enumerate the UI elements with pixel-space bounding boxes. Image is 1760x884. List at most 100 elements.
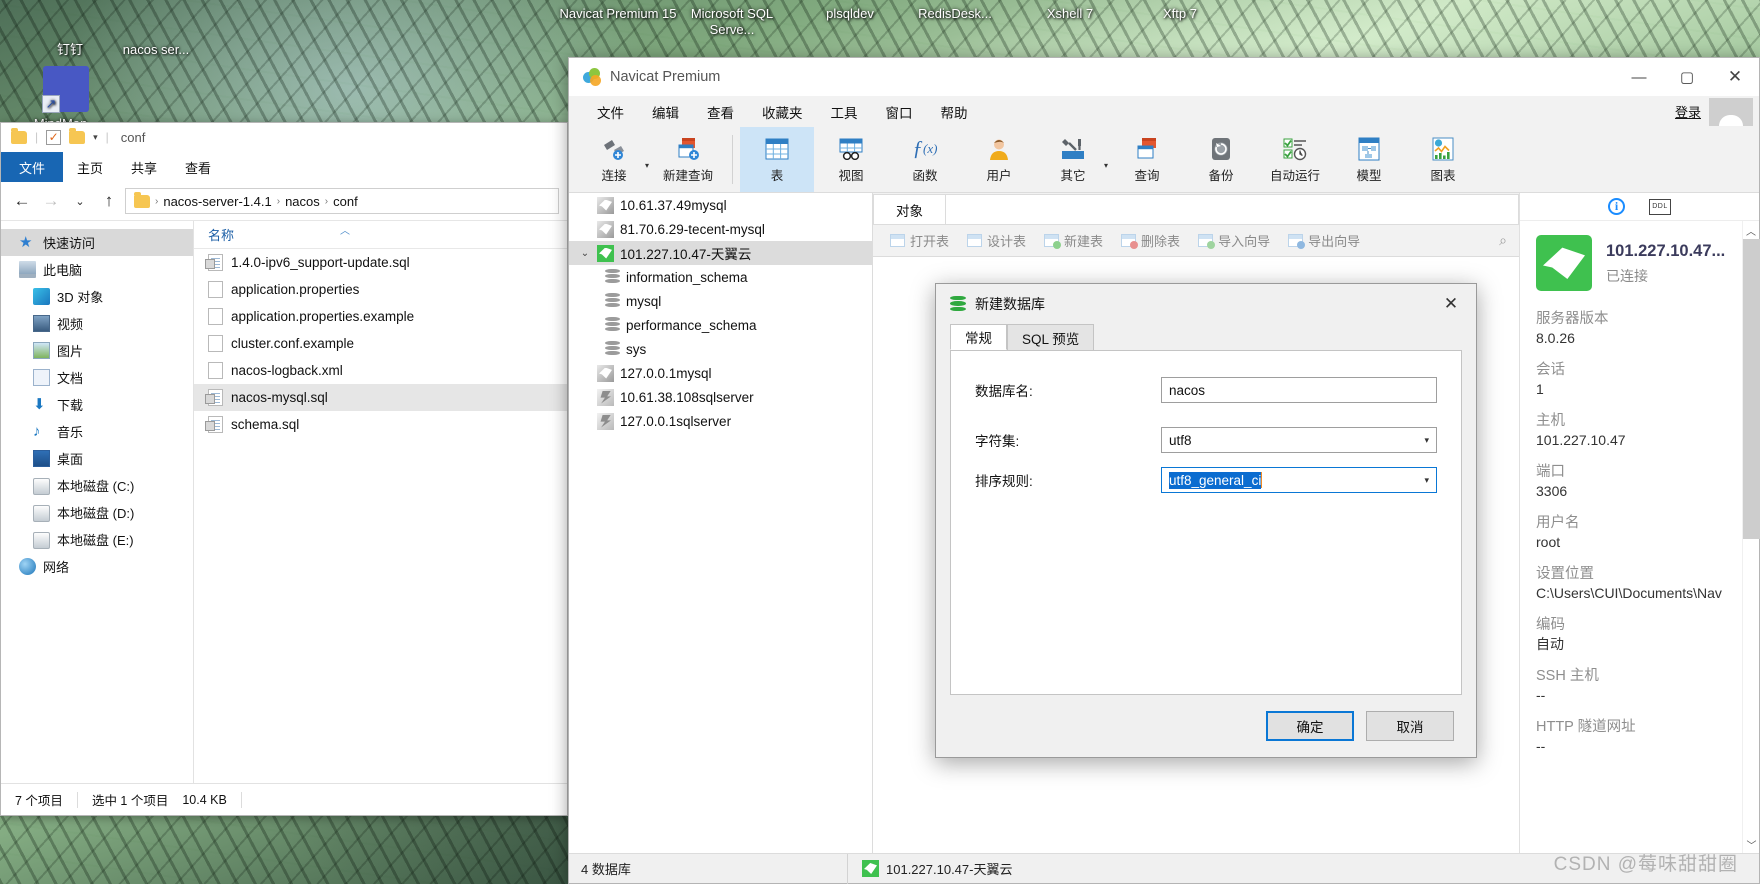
sidebar-item-music[interactable]: ♪ 音乐 <box>1 418 193 445</box>
menu-window[interactable]: 窗口 <box>872 96 927 127</box>
tree-item-connection-selected[interactable]: ⌄ 101.227.10.47-天翼云 <box>569 241 872 265</box>
forward-button[interactable]: → <box>38 188 64 214</box>
chevron-down-icon[interactable]: ▾ <box>1424 435 1429 446</box>
file-list-item-selected[interactable]: nacos-mysql.sql <box>194 384 567 411</box>
sidebar-item-drive-d[interactable]: 本地磁盘 (D:) <box>1 499 193 526</box>
menu-view[interactable]: 查看 <box>693 96 748 127</box>
design-table-button[interactable]: 设计表 <box>958 225 1035 257</box>
back-button[interactable]: ← <box>9 188 35 214</box>
close-button[interactable]: ✕ <box>1711 58 1759 96</box>
new-table-button[interactable]: 新建表 <box>1035 225 1112 257</box>
file-list-item[interactable]: schema.sql <box>194 411 567 438</box>
toolbar-new-query[interactable]: 新建查询 <box>651 127 725 192</box>
menu-tools[interactable]: 工具 <box>817 96 872 127</box>
window-label-plsqldev[interactable]: plsqldev <box>790 6 910 22</box>
export-wizard-button[interactable]: 导出向导 <box>1279 225 1369 257</box>
sidebar-item-network[interactable]: 网络 <box>1 553 193 580</box>
scroll-up-arrow-icon[interactable]: ︿ <box>1743 221 1759 239</box>
ribbon-tab-file[interactable]: 文件 <box>1 152 64 182</box>
window-label-xftp[interactable]: Xftp 7 <box>1120 6 1240 22</box>
tree-item-database[interactable]: sys <box>569 337 872 361</box>
chevron-down-icon[interactable]: ⌄ <box>579 248 591 259</box>
chevron-down-icon[interactable]: ▾ <box>1104 161 1108 170</box>
tree-item-database[interactable]: performance_schema <box>569 313 872 337</box>
file-list-item[interactable]: nacos-logback.xml <box>194 357 567 384</box>
sidebar-item-quick-access[interactable]: ★ 快速访问 <box>1 229 193 256</box>
open-table-button[interactable]: 打开表 <box>881 225 958 257</box>
toolbar-user[interactable]: 用户 <box>962 127 1036 192</box>
breadcrumb-item-2[interactable]: conf <box>333 194 358 209</box>
ddl-icon[interactable]: DDL <box>1649 198 1671 215</box>
sidebar-item-this-pc[interactable]: 此电脑 <box>1 256 193 283</box>
toolbar-chart[interactable]: 图表 <box>1406 127 1480 192</box>
chevron-down-icon[interactable]: ▾ <box>93 132 98 143</box>
ribbon-tab-view[interactable]: 查看 <box>171 152 225 182</box>
sidebar-item-drive-c[interactable]: 本地磁盘 (C:) <box>1 472 193 499</box>
menu-edit[interactable]: 编辑 <box>638 96 693 127</box>
ribbon-tab-home[interactable]: 主页 <box>63 152 117 182</box>
file-list-item[interactable]: cluster.conf.example <box>194 330 567 357</box>
toolbar-view[interactable]: 视图 <box>814 127 888 192</box>
tab-objects[interactable]: 对象 <box>873 194 946 224</box>
toolbar-backup[interactable]: 备份 <box>1184 127 1258 192</box>
file-list-item[interactable]: application.properties <box>194 276 567 303</box>
window-label-redisdesktop[interactable]: RedisDesk... <box>895 6 1015 22</box>
ok-button[interactable]: 确定 <box>1266 711 1354 741</box>
breadcrumb[interactable]: › nacos-server-1.4.1 › nacos › conf <box>125 188 559 214</box>
avatar[interactable] <box>1709 98 1753 126</box>
breadcrumb-item-1[interactable]: nacos <box>285 194 320 209</box>
chevron-down-icon[interactable]: ▾ <box>645 161 649 170</box>
minimize-button[interactable]: — <box>1615 58 1663 96</box>
sidebar-item-drive-e[interactable]: 本地磁盘 (E:) <box>1 526 193 553</box>
database-name-input[interactable]: nacos <box>1161 377 1437 403</box>
file-list-item[interactable]: 1.4.0-ipv6_support-update.sql <box>194 249 567 276</box>
chevron-down-icon[interactable]: ▾ <box>1424 475 1429 486</box>
maximize-button[interactable]: ▢ <box>1663 58 1711 96</box>
window-label-navicat[interactable]: Navicat Premium 15 <box>558 6 678 22</box>
sidebar-item-documents[interactable]: 文档 <box>1 364 193 391</box>
menu-file[interactable]: 文件 <box>583 96 638 127</box>
new-folder-icon[interactable] <box>69 127 86 144</box>
sidebar-item-desktop[interactable]: 桌面 <box>1 445 193 472</box>
toolbar-model[interactable]: 模型 <box>1332 127 1406 192</box>
tab-general[interactable]: 常规 <box>950 324 1007 350</box>
cancel-button[interactable]: 取消 <box>1366 711 1454 741</box>
charset-select[interactable]: utf8 ▾ <box>1161 427 1437 453</box>
login-link[interactable]: 登录 <box>1675 102 1701 121</box>
tree-item-connection[interactable]: 127.0.0.1sqlserver <box>569 409 872 433</box>
up-button[interactable]: ↑ <box>96 188 122 214</box>
checkbox-icon[interactable]: ✓ <box>46 129 62 145</box>
desktop-icon-nacos-server[interactable]: nacos ser... <box>108 8 204 57</box>
tree-item-connection[interactable]: 81.70.6.29-tecent-mysql <box>569 217 872 241</box>
scroll-down-arrow-icon[interactable]: ﹀ <box>1743 835 1760 853</box>
collation-select[interactable]: utf8_general_ci ▾ <box>1161 467 1437 493</box>
tab-sql-preview[interactable]: SQL 预览 <box>1007 324 1095 350</box>
tree-item-connection[interactable]: 10.61.37.49mysql <box>569 193 872 217</box>
toolbar-query[interactable]: 查询 <box>1110 127 1184 192</box>
delete-table-button[interactable]: 删除表 <box>1112 225 1189 257</box>
breadcrumb-item-0[interactable]: nacos-server-1.4.1 <box>163 194 271 209</box>
tree-item-connection[interactable]: 10.61.38.108sqlserver <box>569 385 872 409</box>
search-icon[interactable]: ⌕ <box>1499 232 1507 249</box>
toolbar-table[interactable]: 表 <box>740 127 814 192</box>
menu-help[interactable]: 帮助 <box>927 96 982 127</box>
sidebar-item-pictures[interactable]: 图片 <box>1 337 193 364</box>
ribbon-tab-share[interactable]: 共享 <box>117 152 171 182</box>
import-wizard-button[interactable]: 导入向导 <box>1189 225 1279 257</box>
recent-locations-button[interactable]: ⌄ <box>67 188 93 214</box>
tree-item-database[interactable]: information_schema <box>569 265 872 289</box>
close-icon[interactable]: ✕ <box>1436 289 1466 319</box>
toolbar-other[interactable]: 其它 ▾ <box>1036 127 1110 192</box>
scrollbar-thumb[interactable] <box>1743 239 1760 539</box>
desktop-icon-dingtalk[interactable]: 钉钉 <box>22 8 118 57</box>
info-icon[interactable]: i <box>1608 198 1625 215</box>
sidebar-item-videos[interactable]: 视频 <box>1 310 193 337</box>
info-panel-scrollbar[interactable]: ︿ ﹀ <box>1742 221 1760 853</box>
toolbar-function[interactable]: ƒ (x) 函数 <box>888 127 962 192</box>
toolbar-automation[interactable]: 自动运行 <box>1258 127 1332 192</box>
sidebar-item-downloads[interactable]: ⬇ 下载 <box>1 391 193 418</box>
tree-item-connection[interactable]: 127.0.0.1mysql <box>569 361 872 385</box>
file-list-item[interactable]: application.properties.example <box>194 303 567 330</box>
tree-item-database[interactable]: mysql <box>569 289 872 313</box>
toolbar-connection[interactable]: 连接 ▾ <box>577 127 651 192</box>
